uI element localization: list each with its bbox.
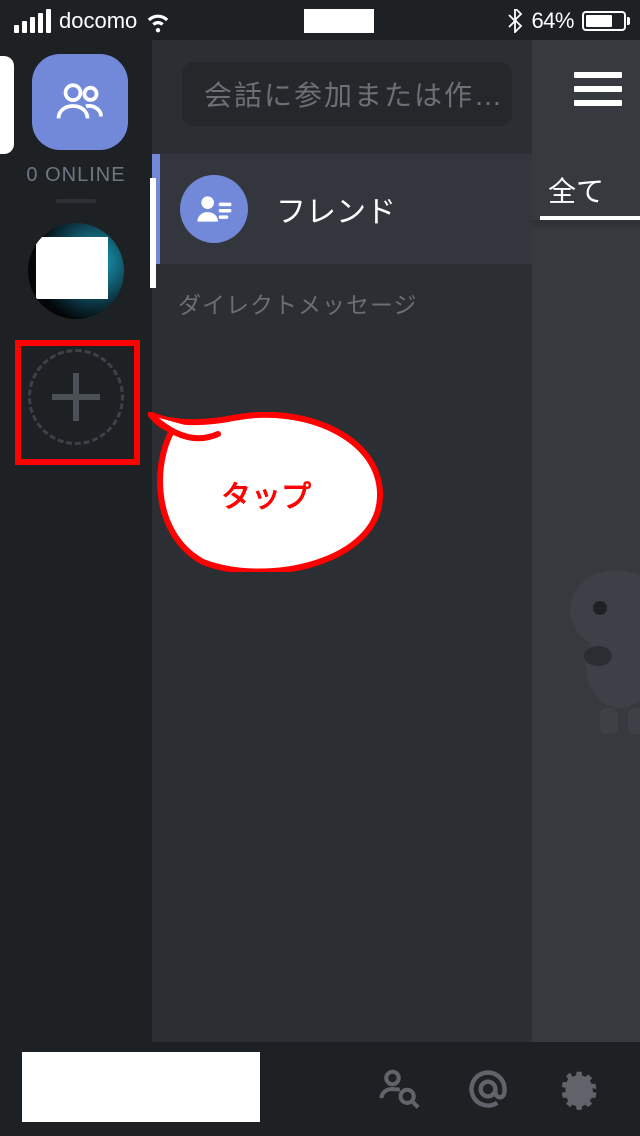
friends-label: フレンド <box>276 187 396 231</box>
server-avatar[interactable] <box>28 223 124 319</box>
hamburger-icon[interactable] <box>574 72 622 106</box>
friends-avatar <box>180 175 248 243</box>
right-panel-shadow <box>532 220 640 232</box>
selected-row-indicator <box>150 178 156 288</box>
carrier-label: docomo <box>59 8 137 34</box>
rail-separator <box>56 199 96 203</box>
wifi-icon <box>145 8 171 34</box>
right-peek-panel[interactable]: 全て <box>530 40 640 1136</box>
server-rail: 0 ONLINE <box>0 40 152 1136</box>
channel-column: 会話に参加または作… フレンド ダイレクトメッセージ <box>152 40 532 1046</box>
server-avatar-mask <box>36 237 108 299</box>
status-bar: docomo 64% <box>0 0 640 40</box>
bluetooth-icon <box>507 9 523 33</box>
conversation-search[interactable]: 会話に参加または作… <box>182 62 512 126</box>
plus-icon <box>52 373 100 421</box>
user-block-placeholder[interactable] <box>22 1052 260 1122</box>
settings-gear-icon[interactable] <box>556 1067 600 1111</box>
mentions-icon[interactable] <box>466 1067 510 1111</box>
battery-icon <box>582 11 626 31</box>
add-server-button[interactable] <box>28 349 124 445</box>
active-pill-indicator <box>0 56 14 154</box>
friends-row[interactable]: フレンド <box>152 154 532 264</box>
people-icon <box>52 74 108 130</box>
dm-section-label: ダイレクトメッセージ <box>152 264 532 320</box>
person-list-icon <box>195 190 233 228</box>
cell-signal-icon <box>14 9 51 33</box>
dm-home-button[interactable] <box>32 54 128 150</box>
online-count: 0 ONLINE <box>26 164 125 187</box>
friends-search-icon[interactable] <box>376 1067 420 1111</box>
clock-placeholder <box>304 9 374 33</box>
battery-percent: 64% <box>531 8 574 34</box>
conversation-search-placeholder: 会話に参加または作… <box>204 74 504 114</box>
wumpus-icon <box>530 560 640 740</box>
